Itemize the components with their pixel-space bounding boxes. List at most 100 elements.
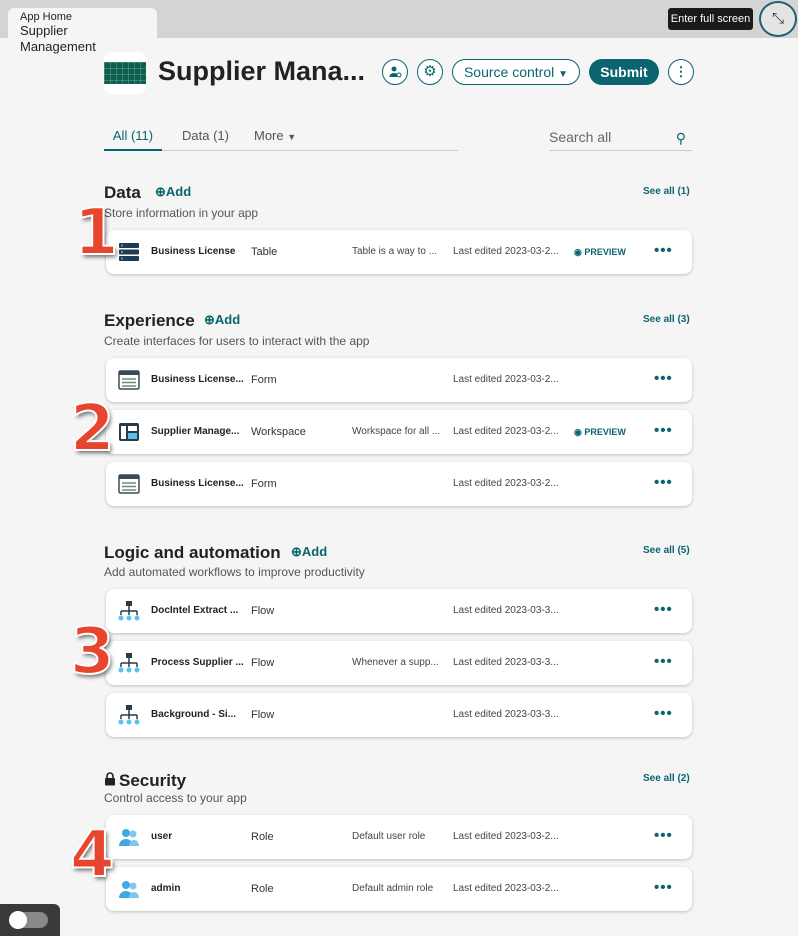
source-control-label: Source control [463,64,555,80]
preview-link[interactable]: ◉ PREVIEW [574,410,626,454]
list-item-docintel-flow[interactable]: DocIntel Extract ... Flow Last edited 20… [106,589,692,633]
list-item-business-license-form[interactable]: Business License... Form Last edited 202… [106,358,692,402]
workspace-icon [119,423,139,441]
add-label: Add [301,544,328,559]
item-edited: Last edited 2023-03-2... [453,426,559,437]
item-more-button[interactable]: ••• [654,230,673,272]
item-name: Business License... [151,374,244,385]
item-type: Flow [251,657,275,669]
eye-icon: ◉ [574,247,582,257]
item-description: Default admin role [352,883,434,894]
item-more-button[interactable]: ••• [654,641,673,683]
theme-toggle[interactable] [0,904,60,936]
list-item-process-supplier-flow[interactable]: Process Supplier ... Flow Whenever a sup… [106,641,692,685]
add-logic-button[interactable]: ⊕Add [291,544,327,560]
flow-icon [118,705,140,725]
user-gear-icon [389,66,402,78]
collapse-arrows-icon: ⤡ [771,10,784,27]
lock-icon [105,772,115,786]
item-type: Workspace [251,426,306,438]
logo-image [104,62,146,84]
preview-label: PREVIEW [584,427,626,437]
add-label: Add [165,184,192,199]
see-all-data-link[interactable]: See all (1) [643,186,690,197]
users-settings-button[interactable] [382,59,408,85]
callout-number-1: 1 [73,195,120,271]
caret-down-icon: ▼ [558,69,569,80]
see-all-security-link[interactable]: See all (2) [643,773,690,784]
item-more-button[interactable]: ••• [654,867,673,909]
list-item-user-role[interactable]: user Role Default user role Last edited … [106,815,692,859]
list-item-admin-role[interactable]: admin Role Default admin role Last edite… [106,867,692,911]
item-type: Role [251,883,274,895]
item-more-button[interactable]: ••• [654,462,673,504]
section-desc-experience: Create interfaces for users to interact … [104,334,370,348]
item-name: Process Supplier ... [151,657,244,668]
item-name: DocIntel Extract ... [151,605,239,616]
item-type: Flow [251,709,275,721]
item-edited: Last edited 2023-03-3... [453,709,559,720]
item-name: Business License... [151,478,244,489]
submit-button[interactable]: Submit [589,59,659,85]
vertical-ellipsis-icon: ⋮ [674,64,688,79]
section-title-security-wrap: Security [104,771,186,791]
item-more-button[interactable]: ••• [654,693,673,735]
see-all-logic-link[interactable]: See all (5) [643,545,690,556]
item-description: Table is a way to ... [352,246,438,257]
search-placeholder: Search all [549,129,612,145]
item-edited: Last edited 2023-03-2... [453,831,559,842]
list-item-background-flow[interactable]: Background - Si... Flow Last edited 2023… [106,693,692,737]
item-type: Flow [251,605,275,617]
section-desc-logic: Add automated workflows to improve produ… [104,565,365,579]
section-desc-security: Control access to your app [104,791,247,805]
tab-data[interactable]: Data (1) [182,126,229,146]
search-input[interactable]: Search all ⚲ [549,126,692,151]
list-item-business-license-form-2[interactable]: Business License... Form Last edited 202… [106,462,692,506]
item-edited: Last edited 2023-03-2... [453,478,559,489]
callout-number-4: 4 [69,817,116,893]
caret-down-icon: ▼ [287,132,297,142]
list-item-supplier-workspace[interactable]: Supplier Manage... Workspace Workspace f… [106,410,692,454]
page-title: Supplier Mana... [158,56,366,86]
item-more-button[interactable]: ••• [654,589,673,631]
add-label: Add [214,312,241,327]
flow-icon [118,653,140,673]
more-options-button[interactable]: ⋮ [668,59,694,85]
item-more-button[interactable]: ••• [654,815,673,857]
list-item-business-license-table[interactable]: Business License Table Table is a way to… [106,230,692,274]
item-description: Workspace for all ... [352,426,441,437]
preview-link[interactable]: ◉ PREVIEW [574,230,626,274]
item-description: Whenever a supp... [352,657,439,668]
item-description: Default user role [352,831,426,842]
tab-more-label: More [254,128,284,143]
app-home-tab-title: Supplier Management [20,23,96,54]
tab-more[interactable]: More ▼ [254,126,296,147]
item-edited: Last edited 2023-03-2... [453,246,559,257]
tab-all[interactable]: All (11) [104,126,162,151]
item-more-button[interactable]: ••• [654,410,673,452]
item-name: user [151,831,173,842]
collapse-screen-button[interactable]: ⤡ [759,1,797,37]
app-settings-button[interactable]: ⚙ [417,59,443,85]
add-data-button[interactable]: ⊕Add [155,184,191,200]
form-icon [118,370,140,390]
item-more-button[interactable]: ••• [654,358,673,400]
item-type: Role [251,831,274,843]
role-icon [119,881,139,898]
search-icon: ⚲ [675,130,686,146]
plus-circle-icon: ⊕ [291,544,302,559]
item-edited: Last edited 2023-03-2... [453,374,559,385]
item-name: admin [151,883,181,894]
see-all-experience-link[interactable]: See all (3) [643,314,690,325]
source-control-button[interactable]: Source control ▼ [452,59,580,85]
flow-icon [118,601,140,621]
add-experience-button[interactable]: ⊕Add [204,312,240,328]
section-title-security: Security [119,771,187,790]
callout-number-2: 2 [69,391,116,467]
item-name: Supplier Manage... [151,426,240,437]
app-home-tab[interactable]: App Home Supplier Management [8,8,157,54]
role-icon [119,829,139,846]
item-name: Business License [151,246,236,257]
filter-tabs: All (11) Data (1) More ▼ [104,126,458,151]
app-home-tab-label: App Home [20,11,72,23]
